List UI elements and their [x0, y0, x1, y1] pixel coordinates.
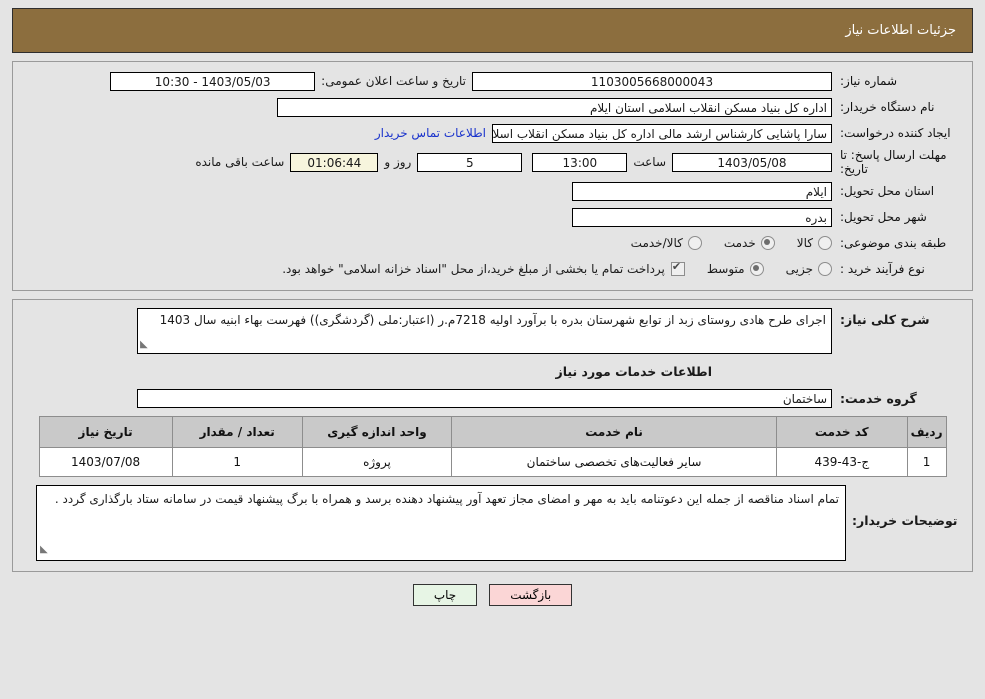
process-option-medium-label: متوسط [706, 262, 745, 276]
page-header: جزئیات اطلاعات نیاز [12, 8, 973, 53]
back-button[interactable]: بازگشت [489, 584, 573, 606]
print-button[interactable]: چاپ [412, 584, 478, 606]
process-option-medium[interactable]: متوسط [707, 262, 764, 276]
category-option-service[interactable]: خدمت [724, 236, 775, 250]
buyer-contact-link[interactable]: اطلاعات تماس خریدار [369, 126, 492, 140]
row-city: شهر محل تحویل: بدره [23, 206, 962, 228]
category-option-goods-service[interactable]: کالا/خدمت [631, 236, 702, 250]
row-process-type: نوع فرآیند خرید : جزیی متوسط پرداخت تمام… [23, 258, 962, 280]
remaining-hours-label: ساعت باقی مانده [195, 155, 285, 169]
cell-measure-unit: پروژه [301, 447, 453, 477]
cell-radif: 1 [906, 447, 947, 477]
islamic-treasury-checkbox-icon[interactable] [670, 260, 685, 276]
need-info-panel: شماره نیاز: 1103005668000043 تاریخ و ساع… [12, 61, 973, 291]
announce-label: تاریخ و ساعت اعلان عمومی: [321, 74, 466, 88]
category-option-goods[interactable]: کالا [797, 236, 832, 250]
buyer-notes-text: تمام اسناد مناقصه از جمله این دعوتنامه ب… [54, 492, 839, 506]
services-section-title: اطلاعات خدمات مورد نیاز [555, 364, 713, 379]
row-deadline: مهلت ارسال پاسخ: تا تاریخ: 1403/05/08 سا… [23, 148, 962, 176]
need-number-label: شماره نیاز: [840, 73, 897, 88]
process-option-minor-label: جزیی [785, 262, 813, 276]
cell-need-date: 1403/07/08 [38, 447, 173, 477]
th-quantity: تعداد / مقدار [171, 416, 303, 448]
row-province: استان محل تحویل: ایلام [23, 180, 962, 202]
service-group-label: گروه خدمت: [840, 391, 917, 406]
deadline-label-line1: مهلت ارسال پاسخ: تا [840, 148, 947, 162]
remaining-days-label: روز و [384, 155, 412, 169]
process-type-radio-group: جزیی متوسط پرداخت تمام یا بخشی از مبلغ خ… [260, 260, 832, 276]
service-group-field: ساختمان [137, 389, 832, 408]
action-button-bar: بازگشت چاپ [0, 584, 985, 606]
announce-datetime-field: 1403/05/03 - 10:30 [110, 71, 316, 91]
th-need-date: تاریخ نیاز [38, 416, 173, 448]
deadline-time-label: ساعت [633, 155, 666, 169]
deadline-time-field: 13:00 [532, 152, 628, 172]
service-details-panel: شرح کلی نیاز: اجرای طرح هادی روستای زبد … [12, 299, 973, 572]
th-radif: ردیف [906, 416, 947, 448]
requester-label: ایجاد کننده درخواست: [840, 125, 951, 140]
category-option-goods-service-label: کالا/خدمت [630, 236, 683, 250]
radio-medium-icon[interactable] [749, 262, 764, 276]
resize-grip-icon[interactable]: ◢ [40, 541, 48, 559]
th-service-code: کد خدمت [775, 416, 908, 448]
row-need-number: شماره نیاز: 1103005668000043 تاریخ و ساع… [23, 70, 962, 92]
th-measure-unit: واحد اندازه گیری [301, 416, 453, 448]
row-category: طبقه بندی موضوعی: کالا خدمت کالا/خدمت [23, 232, 962, 254]
need-number-field: 1103005668000043 [472, 71, 832, 91]
deadline-label-line2: تاریخ: [840, 162, 868, 176]
radio-goods-icon[interactable] [818, 236, 832, 250]
radio-goods-service-icon[interactable] [687, 236, 702, 250]
table-row: 1 ج-43-439 سایر فعالیت‌های تخصصی ساختمان… [38, 447, 947, 477]
category-radio-group: کالا خدمت کالا/خدمت [609, 236, 832, 250]
th-service-name: نام خدمت [451, 416, 777, 448]
row-general-description: شرح کلی نیاز: اجرای طرح هادی روستای زبد … [23, 308, 962, 354]
province-label: استان محل تحویل: [840, 183, 935, 198]
resize-grip-icon[interactable]: ◢ [140, 336, 148, 353]
cell-quantity: 1 [171, 447, 303, 477]
category-label: طبقه بندی موضوعی: [840, 235, 947, 250]
cell-service-name: سایر فعالیت‌های تخصصی ساختمان [451, 447, 777, 477]
row-service-group: گروه خدمت: ساختمان [23, 389, 962, 408]
process-type-label: نوع فرآیند خرید : [840, 261, 925, 276]
page-root: جزئیات اطلاعات نیاز شماره نیاز: 11030056… [0, 8, 985, 606]
row-requester: ایجاد کننده درخواست: سارا پاشایی کارشناس… [23, 122, 962, 144]
deadline-date-field: 1403/05/08 [672, 152, 832, 172]
deadline-label: مهلت ارسال پاسخ: تا تاریخ: [832, 148, 962, 176]
category-option-service-label: خدمت [723, 236, 756, 250]
general-description-text: اجرای طرح هادی روستای زبد از توابع شهرست… [159, 313, 826, 327]
row-buyer-notes: توضیحات خریدار: تمام اسناد مناقصه از جمل… [23, 485, 962, 561]
city-label: شهر محل تحویل: [840, 209, 927, 224]
buyer-org-field: اداره کل بنیاد مسکن انقلاب اسلامی استان … [277, 97, 832, 117]
countdown-timer-field: 01:06:44 [290, 152, 379, 172]
row-buyer-org: نام دستگاه خریدار: اداره کل بنیاد مسکن ا… [23, 96, 962, 118]
radio-minor-icon[interactable] [818, 262, 832, 276]
requester-field: سارا پاشایی کارشناس ارشد مالی اداره کل ب… [492, 123, 832, 143]
process-option-minor[interactable]: جزیی [786, 262, 832, 276]
page-title: جزئیات اطلاعات نیاز [845, 23, 956, 38]
cell-service-code: ج-43-439 [775, 447, 908, 477]
category-option-goods-label: کالا [796, 236, 813, 250]
city-field: بدره [572, 207, 832, 227]
radio-service-icon[interactable] [760, 236, 775, 250]
general-description-label: شرح کلی نیاز: [840, 312, 930, 327]
islamic-treasury-checkbox-label: پرداخت تمام یا بخشی از مبلغ خرید،از محل … [282, 262, 665, 276]
general-description-textarea[interactable]: اجرای طرح هادی روستای زبد از توابع شهرست… [137, 308, 832, 354]
table-header-row: ردیف کد خدمت نام خدمت واحد اندازه گیری ت… [38, 416, 947, 448]
services-table: ردیف کد خدمت نام خدمت واحد اندازه گیری ت… [38, 416, 947, 477]
province-field: ایلام [572, 181, 832, 201]
buyer-org-label: نام دستگاه خریدار: [840, 99, 935, 114]
buyer-notes-label: توضیحات خریدار: [852, 513, 958, 528]
islamic-treasury-checkbox-item[interactable]: پرداخت تمام یا بخشی از مبلغ خرید،از محل … [282, 260, 685, 276]
remaining-days-field: 5 [417, 152, 523, 172]
buyer-notes-textarea[interactable]: تمام اسناد مناقصه از جمله این دعوتنامه ب… [36, 485, 846, 561]
